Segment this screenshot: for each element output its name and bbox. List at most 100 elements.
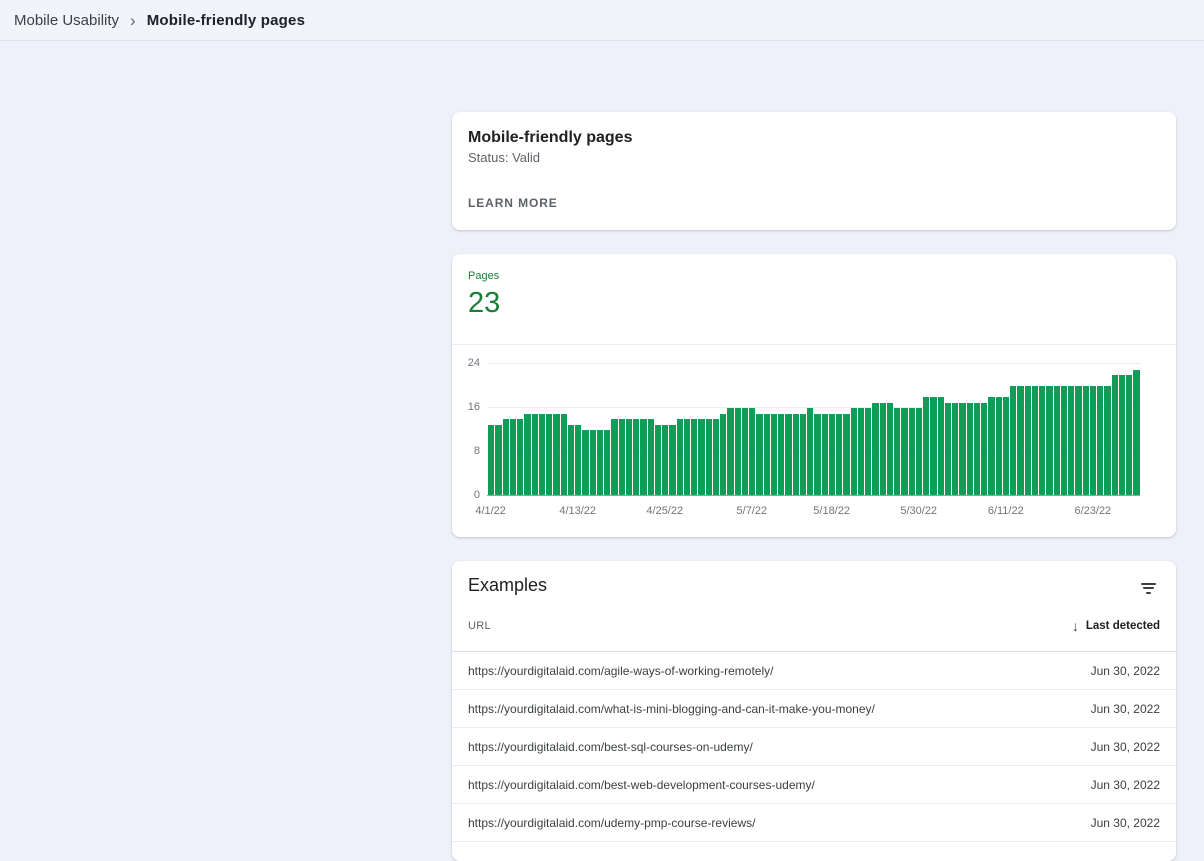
table-row[interactable]: https://yourdigitalaid.com/best-sql-cour… [452, 728, 1176, 766]
chart-bar [538, 413, 545, 496]
table-row[interactable]: https://yourdigitalaid.com/agile-ways-of… [452, 652, 1176, 690]
chart-bar [995, 397, 1002, 496]
chart-bar [604, 430, 611, 496]
chart-bar [1024, 386, 1031, 496]
gridline: 0 [474, 489, 1140, 501]
chart-bar [560, 413, 567, 496]
chart-bar [1133, 369, 1140, 496]
last-detected-sort-header[interactable]: ↓ Last detected [1072, 619, 1160, 633]
pages-metric-value: 23 [468, 287, 501, 319]
y-axis-tick-label: 8 [473, 445, 480, 457]
chart-bars [488, 364, 1140, 496]
chart-bar [865, 408, 872, 496]
breadcrumb: Mobile Usability › Mobile-friendly pages [14, 12, 305, 29]
x-axis-tick-label: 4/1/22 [475, 505, 506, 517]
table-row[interactable]: https://yourdigitalaid.com/what-is-mini-… [452, 690, 1176, 728]
chart-bar [720, 413, 727, 496]
chart-bar [944, 402, 951, 496]
pages-metric-label: Pages [468, 270, 500, 282]
chart-bar [894, 408, 901, 496]
divider [452, 344, 1176, 345]
chart-bar [966, 402, 973, 496]
chart-bar [1017, 386, 1024, 496]
examples-table-body: https://yourdigitalaid.com/agile-ways-of… [452, 652, 1176, 842]
chart-bar [756, 413, 763, 496]
chart-bar [676, 419, 683, 496]
chart-bar [778, 413, 785, 496]
status-card-title: Mobile-friendly pages [468, 129, 633, 146]
chart-bar [669, 424, 676, 496]
report-content: Mobile-friendly pages Status: Valid LEAR… [452, 112, 1176, 861]
filter-icon[interactable] [1137, 576, 1160, 600]
row-last-detected: Jun 30, 2022 [1090, 663, 1160, 678]
chart-bar [1075, 386, 1082, 496]
chart-bar [654, 424, 661, 496]
chart-bar [524, 413, 531, 496]
chart-bar [821, 413, 828, 496]
x-axis-tick-label: 5/30/22 [900, 505, 938, 517]
chart-bar [850, 408, 857, 496]
status-value: Status: Valid [468, 150, 541, 165]
chart-bar [930, 397, 937, 496]
chart-card: Pages 23 0 8 16 24 4/1/22 4/13/22 4/25/22 5/7/… [452, 254, 1176, 537]
chart-bar [611, 419, 618, 496]
row-last-detected: Jun 30, 2022 [1090, 701, 1160, 716]
chart-bar [741, 408, 748, 496]
table-row[interactable]: https://yourdigitalaid.com/udemy-pmp-cou… [452, 804, 1176, 842]
chart-bar [1010, 386, 1017, 496]
x-axis-tick-label: 5/18/22 [813, 505, 850, 517]
chart-bar [727, 408, 734, 496]
chart-bar [546, 413, 553, 496]
chart-bar [908, 408, 915, 496]
learn-more-button[interactable]: LEARN MORE [468, 196, 558, 210]
table-row[interactable]: https://yourdigitalaid.com/best-web-deve… [452, 766, 1176, 804]
chart-bar [495, 424, 502, 496]
y-axis-tick-label: 0 [473, 489, 480, 501]
chart-bar [1002, 397, 1009, 496]
row-url: https://yourdigitalaid.com/best-sql-cour… [468, 739, 753, 754]
row-url: https://yourdigitalaid.com/udemy-pmp-cou… [468, 815, 756, 830]
examples-title: Examples [468, 575, 548, 595]
status-card: Mobile-friendly pages Status: Valid LEAR… [452, 112, 1176, 230]
examples-table-header: URL ↓ Last detected [452, 600, 1176, 652]
chart-bar [1053, 386, 1060, 496]
breadcrumb-section-link[interactable]: Mobile Usability [14, 12, 119, 29]
row-last-detected: Jun 30, 2022 [1090, 815, 1160, 830]
chart-bar [937, 397, 944, 496]
chart-bar [553, 413, 560, 496]
examples-card: Examples URL ↓ Last detected https://you… [452, 561, 1176, 861]
chart-bar [712, 419, 719, 496]
chart-bar [691, 419, 698, 496]
chart-bar [886, 402, 893, 496]
chart-bar [973, 402, 980, 496]
chart-bar [1118, 375, 1125, 496]
chart-bar [633, 419, 640, 496]
chart-bar [1060, 386, 1067, 496]
chart-bar [923, 397, 930, 496]
chart-bar [618, 419, 625, 496]
chart-bar [799, 413, 806, 496]
chart-bar [981, 402, 988, 496]
chart-bar [843, 413, 850, 496]
chart-bar [749, 408, 756, 496]
chart-bar [785, 413, 792, 496]
chevron-right-icon: › [130, 10, 136, 30]
chart-bar [1046, 386, 1053, 496]
y-axis-tick-label: 24 [467, 357, 480, 369]
chart-bar [640, 419, 647, 496]
url-column-header: URL [468, 619, 491, 632]
x-axis-tick-label: 4/13/22 [559, 505, 597, 517]
chart-bar [901, 408, 908, 496]
chart-bar [662, 424, 669, 496]
chart-x-axis: 4/1/22 4/13/22 4/25/22 5/7/22 5/18/22 5/30/22… [475, 496, 1140, 522]
chart-bar [567, 424, 574, 496]
chart-bar [1068, 386, 1075, 496]
chart-bar [770, 413, 777, 496]
chart-bar [1126, 375, 1133, 496]
x-axis-tick-label: 5/7/22 [736, 505, 768, 517]
chart-bar [763, 413, 770, 496]
last-detected-column-header: Last detected [1085, 619, 1160, 632]
row-url: https://yourdigitalaid.com/what-is-mini-… [468, 701, 875, 716]
chart-bar [647, 419, 654, 496]
chart-bar [517, 419, 524, 496]
